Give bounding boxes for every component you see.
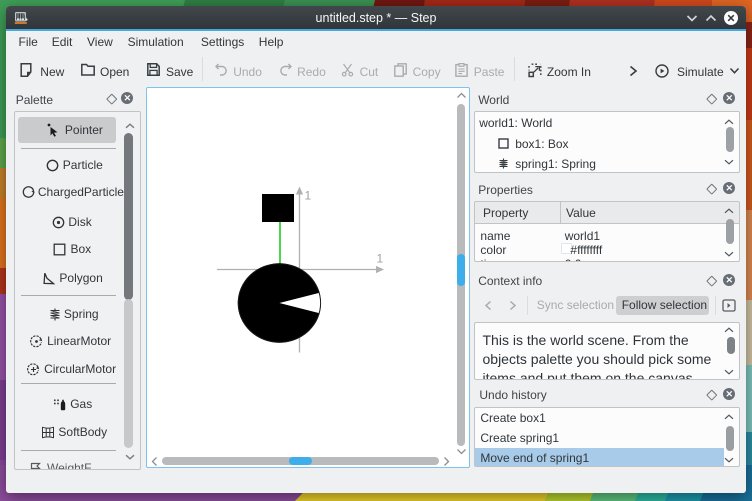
svg-text:1: 1: [377, 251, 384, 265]
svg-text:1: 1: [305, 188, 312, 202]
